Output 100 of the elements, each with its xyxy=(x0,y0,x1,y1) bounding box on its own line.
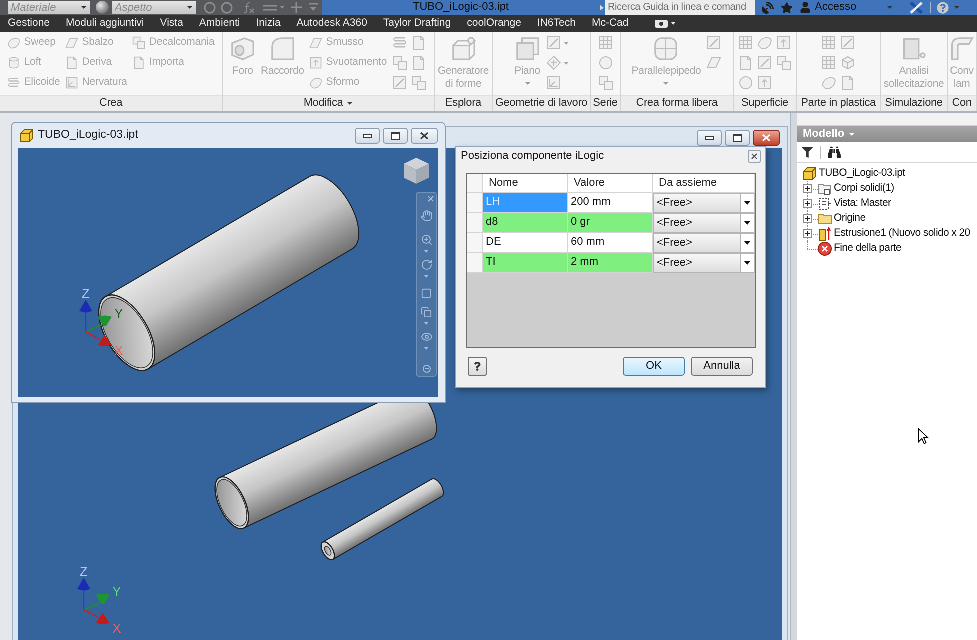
menu-tab[interactable]: coolOrange xyxy=(459,15,530,32)
circle-icon[interactable] xyxy=(738,75,754,91)
square-slash-icon[interactable] xyxy=(706,35,722,51)
close-button[interactable] xyxy=(411,128,438,144)
help-button[interactable] xyxy=(468,357,487,376)
grid-icon[interactable] xyxy=(738,35,754,51)
dialog-button[interactable]: OK xyxy=(623,357,685,376)
column-header[interactable]: Da assieme xyxy=(653,174,755,193)
hand-icon[interactable] xyxy=(420,210,432,222)
plus-icon[interactable] xyxy=(291,2,302,13)
search-field[interactable]: Ricerca Guida in linea e comand xyxy=(605,0,755,15)
menu-tab[interactable]: Gestione xyxy=(0,15,58,32)
squares-icon[interactable] xyxy=(392,55,408,71)
table-cell[interactable]: 2 mm xyxy=(568,253,653,273)
eye-icon[interactable] xyxy=(420,331,432,343)
minimize-button[interactable] xyxy=(697,130,722,146)
page-icon[interactable] xyxy=(411,35,428,51)
expand-icon[interactable] xyxy=(803,214,812,223)
menu-tab[interactable]: Inizia xyxy=(248,15,289,32)
close-icon[interactable] xyxy=(428,196,434,202)
row-selector[interactable] xyxy=(467,213,483,233)
square-slash-icon[interactable] xyxy=(546,35,562,51)
squares-icon[interactable] xyxy=(598,75,614,91)
frame-icon[interactable] xyxy=(421,288,432,299)
menu-tab[interactable]: Mc-Cad xyxy=(584,15,637,32)
spring-icon[interactable] xyxy=(392,35,408,51)
help-icon[interactable] xyxy=(936,2,949,14)
table-cell[interactable]: 0 gr xyxy=(568,213,653,233)
maximize-button[interactable] xyxy=(383,128,408,144)
orbit-icon[interactable] xyxy=(420,259,432,271)
material-dropdown[interactable]: Materiale xyxy=(8,1,90,14)
row-selector[interactable] xyxy=(467,193,483,213)
table-cell[interactable]: d8 xyxy=(483,213,568,233)
minus-circle-icon[interactable] xyxy=(422,365,430,373)
expand-icon[interactable] xyxy=(803,184,812,193)
source-dropdown[interactable]: <Free> xyxy=(653,233,755,253)
source-dropdown[interactable]: <Free> xyxy=(653,253,755,273)
minimize-button[interactable] xyxy=(355,128,380,144)
page-icon[interactable] xyxy=(411,55,428,71)
squares-icon[interactable] xyxy=(776,55,792,71)
square-slash-icon[interactable] xyxy=(840,35,856,51)
expand-icon[interactable] xyxy=(803,229,812,238)
square-slash-icon[interactable] xyxy=(757,55,773,71)
circle-icon[interactable] xyxy=(598,55,614,71)
expand-icon[interactable] xyxy=(803,199,812,208)
user-icon[interactable] xyxy=(800,2,811,13)
grid-icon[interactable] xyxy=(598,35,614,51)
page-icon[interactable] xyxy=(840,75,856,91)
camera-icon[interactable] xyxy=(654,20,668,28)
x-logo-icon[interactable] xyxy=(908,2,924,14)
close-button[interactable] xyxy=(753,130,780,146)
filter-icon[interactable] xyxy=(802,146,813,158)
satellite-dish-icon[interactable] xyxy=(762,2,774,14)
star-icon[interactable] xyxy=(781,2,793,14)
sign-in-button[interactable]: Accesso xyxy=(815,2,857,13)
dialog-button[interactable]: Annulla xyxy=(691,357,753,376)
table-cell[interactable]: 60 mm xyxy=(568,233,653,253)
blob-icon[interactable] xyxy=(757,35,773,51)
view-cube-icon[interactable] xyxy=(403,157,430,185)
source-dropdown[interactable]: <Free> xyxy=(653,213,755,233)
page-icon[interactable] xyxy=(738,55,754,71)
grid-icon[interactable] xyxy=(821,35,837,51)
table-cell[interactable]: 200 mm xyxy=(568,193,653,213)
row-selector[interactable] xyxy=(467,233,483,253)
tree-item[interactable]: Estrusione1 (Nuovo solido x 20 xyxy=(834,228,970,239)
menu-tab[interactable]: Moduli aggiuntivi xyxy=(58,15,152,32)
tree-item[interactable]: TUBO_iLogic-03.ipt xyxy=(819,168,906,179)
diamond-icon[interactable] xyxy=(546,55,562,71)
menu-tab[interactable]: Ambienti xyxy=(191,15,248,32)
maximize-button[interactable] xyxy=(725,130,750,146)
row-selector[interactable] xyxy=(467,253,483,273)
column-header[interactable]: Valore xyxy=(568,174,653,193)
menu-tab[interactable]: Vista xyxy=(152,15,192,32)
squares-icon[interactable] xyxy=(411,75,428,91)
equals-icon[interactable] xyxy=(263,4,277,12)
function-icon[interactable] xyxy=(243,2,255,14)
blob-icon[interactable] xyxy=(821,75,837,91)
table-cell[interactable]: TI xyxy=(483,253,568,273)
menu-icon[interactable] xyxy=(309,3,318,12)
splitter[interactable] xyxy=(790,113,797,640)
binoculars-icon[interactable] xyxy=(828,146,841,158)
circle-icon[interactable] xyxy=(204,2,216,14)
layers-icon[interactable] xyxy=(421,307,432,318)
circle-icon[interactable] xyxy=(221,2,233,14)
cube-icon[interactable] xyxy=(840,55,856,71)
zoom-icon[interactable] xyxy=(420,234,432,246)
axes-icon[interactable] xyxy=(546,75,562,91)
source-dropdown[interactable]: <Free> xyxy=(653,193,755,213)
column-header[interactable]: Nome xyxy=(483,174,568,193)
menu-tab[interactable]: Taylor Drafting xyxy=(375,15,460,32)
panel-label[interactable]: Modifica xyxy=(304,98,344,109)
tree-item[interactable]: Fine della parte xyxy=(834,243,902,254)
sheet-icon[interactable] xyxy=(706,55,722,71)
menu-tab[interactable]: Autodesk A360 xyxy=(288,15,376,32)
grid-icon[interactable] xyxy=(821,55,837,71)
menu-tab[interactable]: IN6Tech xyxy=(529,15,584,32)
tree-item[interactable]: Vista: Master xyxy=(834,198,892,209)
table-cell[interactable]: DE xyxy=(483,233,568,253)
sphere-icon[interactable] xyxy=(96,1,109,14)
tree-item[interactable]: Corpi solidi(1) xyxy=(834,183,894,194)
